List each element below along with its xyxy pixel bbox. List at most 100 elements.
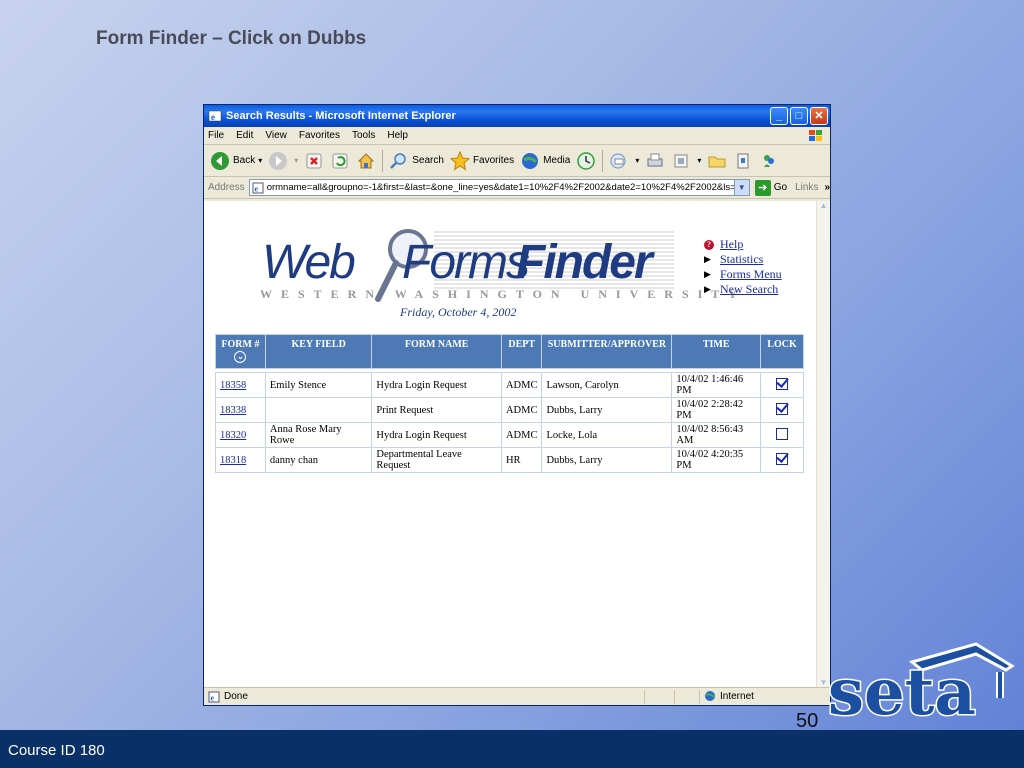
address-value: ormname=all&groupno=-1&first=&last=&one_… [266, 182, 750, 193]
column-header-lock: LOCK [760, 334, 804, 369]
form-number-link[interactable]: 18318 [220, 455, 246, 466]
edit-dropdown-icon[interactable]: ▾ [697, 156, 701, 165]
home-icon[interactable] [356, 151, 376, 171]
refresh-icon[interactable] [330, 151, 350, 171]
time-cell: 10/4/02 8:56:43 AM [671, 422, 762, 448]
banner-university: WESTERN WASHINGTON UNIVERSITY [260, 287, 746, 301]
form-number-link[interactable]: 18338 [220, 405, 246, 416]
star-icon [449, 150, 470, 171]
ie-icon: e [208, 110, 222, 122]
search-label: Search [412, 155, 444, 166]
help-link[interactable]: Help [720, 237, 743, 252]
table-row: 18318 danny chan Departmental Leave Requ… [215, 447, 804, 473]
links-expand-icon[interactable]: » [824, 182, 830, 193]
help-icon: ? [704, 239, 714, 250]
banner-forms: Forms [402, 236, 530, 289]
security-zone: Internet [704, 690, 754, 702]
close-button[interactable]: ✕ [810, 107, 828, 125]
dept-cell: ADMC [500, 422, 543, 448]
menu-view[interactable]: View [265, 130, 287, 141]
media-button[interactable]: Media [520, 151, 570, 171]
search-icon [390, 152, 407, 169]
seta-logo: seta [827, 642, 1015, 726]
form-name-cell: Print Request [371, 397, 502, 423]
bullet-arrow-icon: ▶ [704, 254, 711, 264]
lock-checkbox[interactable] [776, 402, 789, 415]
go-button[interactable]: ➔ Go [754, 179, 787, 196]
scroll-up-icon[interactable]: ▲ [817, 201, 830, 214]
forward-dropdown-icon[interactable]: ▾ [294, 156, 298, 165]
svg-text:e: e [211, 693, 215, 702]
svg-text:e: e [254, 184, 258, 193]
edit-icon[interactable] [671, 151, 691, 171]
course-id: Course ID 180 [8, 742, 105, 759]
address-bar: Address e ormname=all&groupno=-1&first=&… [204, 177, 830, 199]
research-icon[interactable] [733, 151, 753, 171]
maximize-button[interactable]: □ [790, 107, 808, 125]
menu-bar: File Edit View Favorites Tools Help [204, 127, 830, 145]
form-number-link[interactable]: 18320 [220, 430, 246, 441]
key-field-cell: Anna Rose Mary Rowe [264, 422, 373, 448]
menu-favorites[interactable]: Favorites [299, 130, 340, 141]
table-row: 18320 Anna Rose Mary Rowe Hydra Login Re… [215, 422, 804, 448]
menu-edit[interactable]: Edit [236, 130, 253, 141]
new-search-link[interactable]: New Search [720, 282, 778, 297]
sort-icon[interactable]: ⌄ [234, 351, 247, 363]
forward-arrow-icon[interactable] [268, 151, 288, 171]
address-dropdown-icon[interactable]: ▼ [733, 180, 749, 195]
bullet-arrow-icon: ▶ [704, 269, 711, 279]
title-bar: e Search Results - Microsoft Internet Ex… [204, 105, 830, 127]
footer-bar: Course ID 180 [0, 730, 1024, 768]
stop-icon[interactable] [304, 151, 324, 171]
minimize-button[interactable]: _ [770, 107, 788, 125]
menu-tools[interactable]: Tools [352, 130, 375, 141]
mail-icon[interactable] [609, 151, 629, 171]
toolbar: Back ▾ ▾ Search Favorites Media ▾ ▾ [204, 145, 830, 177]
lock-checkbox[interactable] [776, 377, 789, 390]
folder-icon[interactable] [707, 151, 727, 171]
back-button[interactable]: Back ▾ [210, 151, 262, 171]
column-header-submitter: SUBMITTER/APPROVER [541, 334, 673, 369]
lock-checkbox[interactable] [776, 427, 789, 440]
favorites-button[interactable]: Favorites [449, 150, 515, 171]
dept-cell: ADMC [500, 372, 543, 398]
form-name-cell: Hydra Login Request [371, 372, 502, 398]
dept-cell: HR [500, 447, 543, 473]
column-header-time: TIME [671, 334, 762, 369]
form-number-link[interactable]: 18358 [220, 380, 246, 391]
windows-logo-icon [809, 130, 822, 141]
column-header-form[interactable]: FORM # ⌄ [215, 334, 266, 369]
mail-dropdown-icon[interactable]: ▾ [635, 156, 639, 165]
slide-title: Form Finder – Click on Dubbs [96, 28, 367, 49]
submitter-cell: Locke, Lola [541, 422, 673, 448]
column-label: FORM # [221, 339, 260, 350]
statistics-link[interactable]: Statistics [720, 252, 763, 267]
favorites-label: Favorites [472, 155, 515, 166]
back-dropdown-icon[interactable]: ▾ [258, 156, 262, 165]
menu-file[interactable]: File [208, 130, 224, 141]
search-button[interactable]: Search [389, 151, 444, 171]
side-links: ? Help ▶ Statistics ▶ Forms Menu ▶ New Searc… [704, 237, 782, 297]
media-label: Media [543, 155, 571, 166]
forms-menu-link[interactable]: Forms Menu [720, 267, 782, 282]
messenger-icon[interactable] [759, 151, 779, 171]
lock-checkbox[interactable] [776, 452, 789, 465]
back-label: Back [233, 155, 256, 166]
svg-text:seta: seta [828, 655, 976, 726]
banner-finder: Finder [516, 236, 653, 289]
submitter-cell: Lawson, Carolyn [541, 372, 673, 398]
internet-globe-icon [705, 691, 715, 701]
bullet-arrow-icon: ▶ [704, 284, 711, 294]
form-name-cell: Departmental Leave Request [371, 447, 502, 473]
history-icon[interactable] [576, 151, 596, 171]
menu-help[interactable]: Help [387, 130, 408, 141]
vertical-scrollbar[interactable]: ▲ ▼ [816, 201, 830, 691]
back-arrow-icon [211, 151, 229, 170]
submitter-cell: Dubbs, Larry [541, 447, 673, 473]
address-input[interactable]: e ormname=all&groupno=-1&first=&last=&on… [248, 179, 750, 196]
page-date: Friday, October 4, 2002 [400, 305, 517, 319]
key-field-cell: Emily Stence [264, 372, 373, 398]
links-button[interactable]: Links [795, 182, 818, 193]
print-icon[interactable] [645, 151, 665, 171]
results-table: FORM # ⌄ KEY FIELD FORM NAME DEPT SUBMITT… [215, 334, 804, 473]
